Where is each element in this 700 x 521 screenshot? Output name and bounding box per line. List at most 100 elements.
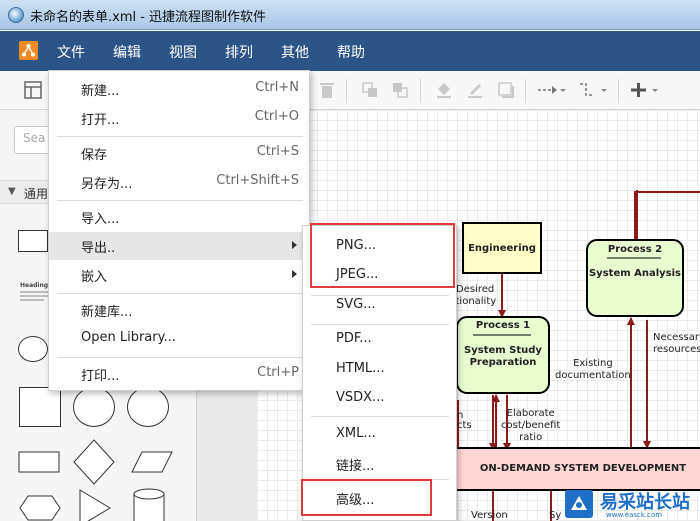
export-xml-label: XML... bbox=[336, 426, 376, 441]
label-necessary-line2: resources bbox=[653, 344, 700, 355]
export-link[interactable]: 链接... bbox=[303, 450, 456, 478]
menu-separator bbox=[311, 324, 449, 325]
menu-item-new[interactable]: 新建... Ctrl+N bbox=[49, 75, 309, 103]
shape-square[interactable] bbox=[19, 387, 61, 427]
export-svg-label: SVG... bbox=[336, 297, 376, 312]
submenu-arrow-icon bbox=[292, 241, 297, 249]
insert-plus-icon[interactable] bbox=[630, 81, 662, 101]
menu-item-save-as-label: 另存为... bbox=[81, 177, 133, 192]
menu-item-save[interactable]: 保存 Ctrl+S bbox=[49, 139, 309, 167]
fill-color-icon[interactable] bbox=[435, 81, 455, 101]
ondemand-label: ON-DEMAND SYSTEM DEVELOPMENT bbox=[479, 463, 687, 474]
waypoint-icon[interactable] bbox=[578, 81, 608, 101]
process1-title: Process 1 bbox=[475, 320, 531, 331]
connection-arrow-icon[interactable] bbox=[537, 81, 567, 101]
label-elaborate: Elaborate cost/benefit ratio bbox=[501, 408, 560, 444]
shape-circle-2[interactable] bbox=[127, 387, 169, 427]
label-elaborate-line2: cost/benefit bbox=[501, 420, 561, 431]
file-menu-dropdown: 新建... Ctrl+N 打开... Ctrl+O 保存 Ctrl+S 另存为.… bbox=[48, 70, 310, 391]
export-pdf[interactable]: PDF... bbox=[303, 326, 456, 354]
menu-other[interactable]: 其他 bbox=[281, 42, 309, 62]
menu-item-new-shortcut: Ctrl+N bbox=[255, 80, 299, 95]
to-back-icon[interactable] bbox=[391, 81, 411, 101]
shape-circle[interactable] bbox=[73, 387, 115, 427]
process2-body: System Analysis bbox=[588, 268, 682, 279]
menu-item-print-label: 打印... bbox=[81, 369, 120, 384]
submenu-arrow-icon bbox=[292, 270, 297, 278]
label-existing-line1: Existing bbox=[573, 358, 613, 369]
shape-ellipse[interactable] bbox=[18, 336, 48, 362]
menu-item-new-library-label: 新建库... bbox=[81, 305, 133, 320]
export-pdf-label: PDF... bbox=[336, 331, 372, 346]
export-vsdx-label: VSDX... bbox=[336, 390, 385, 405]
menu-item-export[interactable]: 导出.. bbox=[49, 232, 309, 260]
menu-item-embed-label: 嵌入 bbox=[81, 270, 108, 285]
menu-item-open[interactable]: 打开... Ctrl+O bbox=[49, 104, 309, 132]
menu-item-export-label: 导出.. bbox=[81, 241, 116, 256]
collapse-arrow-icon: ▼ bbox=[8, 186, 16, 197]
menu-item-save-shortcut: Ctrl+S bbox=[256, 144, 299, 159]
menu-item-embed[interactable]: 嵌入 bbox=[49, 261, 309, 289]
label-existing-line2: documentation bbox=[555, 370, 631, 381]
to-front-icon[interactable] bbox=[361, 81, 381, 101]
watermark-url: www.easck.com bbox=[606, 511, 663, 519]
label-version: Version bbox=[471, 510, 508, 521]
label-elaborate-line1: Elaborate bbox=[506, 408, 555, 419]
menu-separator bbox=[57, 293, 303, 294]
export-html[interactable]: HTML... bbox=[303, 356, 456, 384]
menu-arrange[interactable]: 排列 bbox=[225, 42, 253, 62]
connector-top bbox=[636, 190, 700, 240]
menu-item-new-library[interactable]: 新建库... bbox=[49, 296, 309, 324]
menu-item-save-as-shortcut: Ctrl+Shift+S bbox=[216, 173, 299, 188]
process1-body-line2: Preparation bbox=[469, 357, 537, 368]
menu-separator bbox=[57, 200, 303, 201]
label-elaborate-line3: ratio bbox=[519, 432, 543, 443]
export-xml[interactable]: XML... bbox=[303, 421, 456, 449]
menu-view[interactable]: 视图 bbox=[169, 42, 197, 62]
window-title: 未命名的表单.xml - 迅捷流程图制作软件 bbox=[30, 10, 267, 25]
menu-item-save-label: 保存 bbox=[81, 148, 108, 163]
watermark: 易采站长站 www.easck.com bbox=[560, 486, 700, 521]
export-vsdx[interactable]: VSDX... bbox=[303, 385, 456, 413]
menu-edit[interactable]: 编辑 bbox=[113, 42, 141, 62]
app-globe-icon bbox=[8, 7, 24, 23]
process1-body-line1: System Study bbox=[464, 345, 542, 356]
watermark-logo-icon bbox=[565, 490, 593, 518]
shadow-icon[interactable] bbox=[497, 81, 517, 101]
export-html-label: HTML... bbox=[336, 361, 385, 376]
line-color-icon[interactable] bbox=[466, 81, 486, 101]
shape-thumbnails-row[interactable] bbox=[14, 438, 194, 521]
menu-help[interactable]: 帮助 bbox=[337, 42, 365, 62]
toolbar-separator bbox=[618, 79, 619, 103]
label-cts: cts bbox=[457, 420, 472, 431]
trash-icon[interactable] bbox=[318, 81, 338, 101]
process2-title: Process 2 bbox=[607, 244, 663, 255]
menu-bar: 文件 编辑 视图 排列 其他 帮助 bbox=[0, 31, 700, 71]
menu-item-save-as[interactable]: 另存为... Ctrl+Shift+S bbox=[49, 168, 309, 196]
menu-separator bbox=[57, 357, 303, 358]
menu-file[interactable]: 文件 bbox=[57, 42, 85, 62]
title-bar: 未命名的表单.xml - 迅捷流程图制作软件 bbox=[0, 0, 700, 30]
menu-item-open-library[interactable]: Open Library... bbox=[49, 325, 309, 353]
label-existing: Existing documentation bbox=[555, 358, 631, 382]
label-necessary: Necessary resources bbox=[653, 332, 700, 356]
menu-item-import[interactable]: 导入... bbox=[49, 203, 309, 231]
menu-item-open-shortcut: Ctrl+O bbox=[254, 109, 299, 124]
export-link-label: 链接... bbox=[336, 459, 375, 474]
menu-item-import-label: 导入... bbox=[81, 212, 120, 227]
shape-rectangle[interactable] bbox=[18, 230, 48, 252]
menu-separator bbox=[311, 416, 449, 417]
export-svg[interactable]: SVG... bbox=[303, 292, 456, 320]
menu-item-new-label: 新建... bbox=[81, 84, 120, 99]
menu-separator bbox=[57, 136, 303, 137]
toolbar-separator bbox=[525, 79, 526, 103]
highlight-advanced bbox=[301, 479, 432, 516]
section-label: 通用 bbox=[24, 187, 49, 201]
toolbar-separator bbox=[420, 79, 421, 103]
menu-item-print-shortcut: Ctrl+P bbox=[257, 365, 299, 380]
menu-item-print[interactable]: 打印... Ctrl+P bbox=[49, 360, 309, 388]
format-panel-icon[interactable] bbox=[24, 81, 44, 101]
menu-item-open-label: 打开... bbox=[81, 113, 120, 128]
process1-body: System Study Preparation bbox=[457, 345, 549, 369]
app-logo-icon bbox=[19, 41, 38, 60]
